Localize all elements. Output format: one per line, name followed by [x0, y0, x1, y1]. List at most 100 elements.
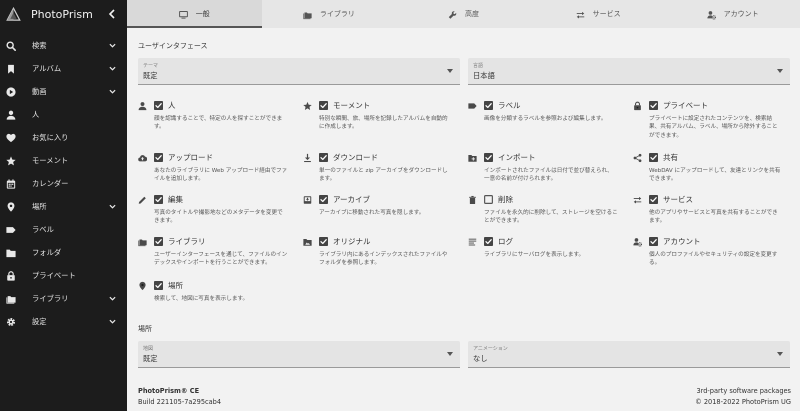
- settings-tab[interactable]: アカウント: [665, 0, 800, 28]
- sidebar-item[interactable]: プライベート: [0, 264, 127, 287]
- feature-checkbox[interactable]: [484, 101, 493, 110]
- account-cog-icon: [707, 10, 716, 20]
- feature-description: 他のアプリやサービスと写真を共有することができます。: [649, 210, 778, 225]
- theme-select-label: テーマ: [143, 63, 159, 69]
- feature-name[interactable]: インポート: [498, 152, 536, 163]
- collapse-sidebar-icon[interactable]: [107, 9, 117, 19]
- feature-name[interactable]: モーメント: [333, 100, 370, 111]
- sidebar-item-label: ラベル: [32, 224, 54, 234]
- feature-name[interactable]: ダウンロード: [333, 152, 378, 163]
- settings-tab[interactable]: サービス: [531, 0, 666, 28]
- sidebar-item[interactable]: モーメント: [0, 149, 127, 172]
- feature-name[interactable]: プライベート: [663, 100, 708, 111]
- feature-checkbox[interactable]: [154, 281, 163, 290]
- theme-select[interactable]: テーマ 既定: [138, 58, 460, 85]
- account-cog-icon: [633, 237, 642, 247]
- monitor-icon: [178, 10, 188, 19]
- feature-name[interactable]: サービス: [663, 194, 693, 205]
- sidebar-item[interactable]: ラベル: [0, 218, 127, 241]
- chevron-down-icon[interactable]: [109, 295, 116, 302]
- app: PhotoPrism 検索 アルバム 動画 人 お気に入り モーメント カレンダ…: [0, 0, 800, 411]
- feature-name[interactable]: 編集: [168, 194, 183, 205]
- feature-checkbox[interactable]: [484, 195, 493, 204]
- feature-checkbox[interactable]: [319, 237, 328, 246]
- feature-name[interactable]: 削除: [498, 194, 513, 205]
- feature-name[interactable]: アップロード: [168, 152, 213, 163]
- folder-plus-icon: [468, 153, 477, 162]
- feature-toggle: ダウンロード 単一のファイルと zip アーカイブをダウンロードします。: [303, 152, 455, 184]
- feature-checkbox[interactable]: [319, 101, 328, 110]
- sidebar-item[interactable]: 人: [0, 103, 127, 126]
- download-icon: [303, 153, 312, 162]
- search-icon: [6, 40, 16, 51]
- sidebar-item-label: カレンダー: [32, 178, 69, 188]
- logs-icon: [468, 237, 477, 246]
- folder-image-icon: [303, 237, 312, 246]
- chevron-down-icon[interactable]: [109, 88, 116, 95]
- chevron-down-icon[interactable]: [109, 203, 116, 210]
- feature-name[interactable]: ラベル: [498, 100, 521, 111]
- share-icon: [633, 153, 642, 162]
- settings-content: ユーザインタフェース テーマ 既定 言語 日本語 人 顔を認識することで、特定の…: [127, 28, 800, 411]
- feature-name[interactable]: ログ: [498, 236, 513, 247]
- sidebar-item[interactable]: アルバム: [0, 57, 127, 80]
- chevron-down-icon[interactable]: [109, 42, 116, 49]
- settings-tab[interactable]: 高度: [396, 0, 531, 28]
- third-party-link[interactable]: 3rd-party software packages: [695, 386, 791, 397]
- theme-select-value: 既定: [143, 71, 158, 80]
- feature-checkbox[interactable]: [154, 153, 163, 162]
- feature-name[interactable]: 人: [168, 100, 176, 111]
- chevron-down-icon[interactable]: [109, 65, 116, 72]
- sidebar-item-label: 動画: [32, 86, 47, 96]
- feature-checkbox[interactable]: [154, 101, 163, 110]
- feature-description: ファイルを永久的に削除して、ストレージを空けることができます。: [484, 210, 618, 225]
- feature-name[interactable]: 場所: [168, 280, 183, 291]
- sidebar-item[interactable]: ライブラリ: [0, 287, 127, 310]
- feature-checkbox[interactable]: [649, 153, 658, 162]
- swap-icon: [576, 10, 585, 19]
- settings-tab[interactable]: 一般: [127, 0, 262, 28]
- language-select[interactable]: 言語 日本語: [468, 58, 790, 85]
- feature-checkbox[interactable]: [649, 237, 658, 246]
- photoprism-logo-icon: [6, 6, 21, 22]
- sidebar-item[interactable]: 場所: [0, 195, 127, 218]
- sidebar-item[interactable]: 動画: [0, 80, 127, 103]
- feature-checkbox[interactable]: [319, 195, 328, 204]
- copyright-link[interactable]: © 2018-2022 PhotoPrism UG: [695, 397, 791, 408]
- feature-checkbox[interactable]: [649, 101, 658, 110]
- feature-toggle: アカウント 個人のプロファイルやセキュリティの設定を変更する。: [633, 236, 785, 268]
- feature-checkbox[interactable]: [484, 153, 493, 162]
- sidebar-item[interactable]: 検索: [0, 34, 127, 57]
- sidebar-item[interactable]: カレンダー: [0, 172, 127, 195]
- sidebar-item[interactable]: お気に入り: [0, 126, 127, 149]
- sidebar-nav: 検索 アルバム 動画 人 お気に入り モーメント カレンダー 場所 ラベル フォ…: [0, 34, 127, 333]
- app-title[interactable]: PhotoPrism: [31, 8, 93, 21]
- feature-toggle: ログ ライブラリにサーバログを表示します。: [468, 236, 620, 259]
- feature-name[interactable]: アカウント: [663, 236, 701, 247]
- chevron-down-icon[interactable]: [109, 318, 116, 325]
- feature-description: プライベートに設定されたコンテンツを、検索結果、共有アルバム、ラベル、場所から除…: [649, 116, 778, 139]
- feature-name[interactable]: アーカイブ: [333, 194, 370, 205]
- cloud-upload-icon: [138, 153, 147, 162]
- archive-icon: [303, 195, 312, 204]
- animation-select[interactable]: アニメーション なし: [468, 341, 790, 368]
- feature-checkbox[interactable]: [154, 237, 163, 246]
- sidebar-item[interactable]: フォルダ: [0, 241, 127, 264]
- feature-name[interactable]: オリジナル: [333, 236, 371, 247]
- sidebar-item[interactable]: 設定: [0, 310, 127, 333]
- settings-tab[interactable]: ライブラリ: [262, 0, 397, 28]
- feature-toggle: 編集 写真のタイトルや撮影地などのメタデータを変更できます。: [138, 194, 290, 226]
- sidebar-item-label: ライブラリ: [32, 293, 69, 303]
- feature-name[interactable]: ライブラリ: [168, 236, 206, 247]
- brand: PhotoPrism: [0, 0, 127, 28]
- feature-checkbox[interactable]: [154, 195, 163, 204]
- feature-name[interactable]: 共有: [663, 152, 678, 163]
- wrench-icon: [448, 10, 457, 19]
- feature-checkbox[interactable]: [319, 153, 328, 162]
- map-style-select[interactable]: 地図 既定: [138, 341, 460, 368]
- feature-checkbox[interactable]: [649, 195, 658, 204]
- calendar-icon: [6, 178, 16, 189]
- feature-checkbox[interactable]: [484, 237, 493, 246]
- language-select-label: 言語: [473, 63, 484, 69]
- star-icon: [6, 155, 16, 166]
